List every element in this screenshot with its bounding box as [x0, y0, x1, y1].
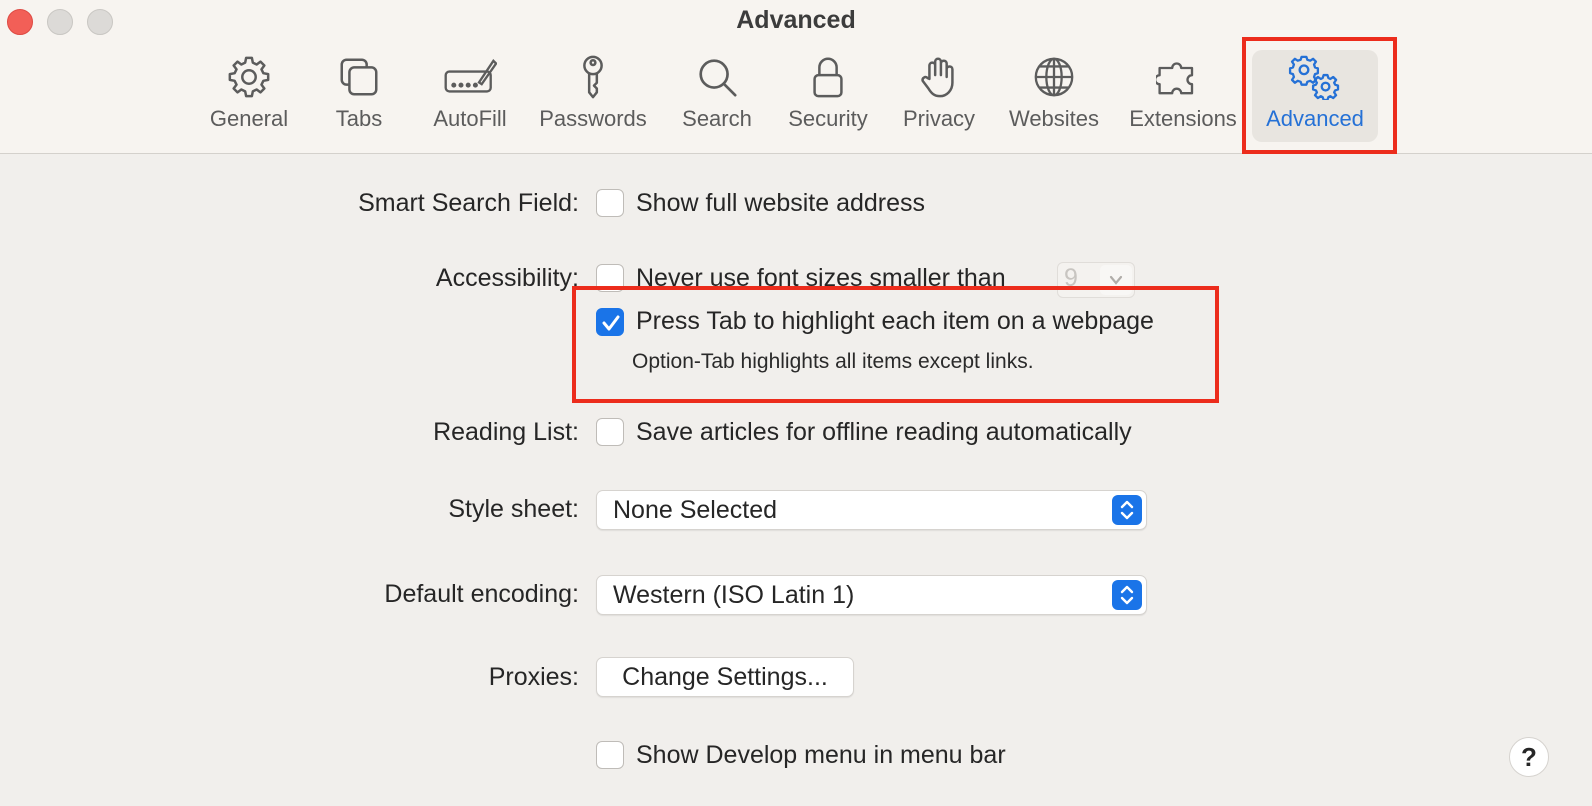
- press-tab-note: Option-Tab highlights all items except l…: [632, 350, 1034, 373]
- checkmark-icon: [602, 315, 620, 331]
- tab-label: Extensions: [1129, 106, 1237, 131]
- default-encoding-select[interactable]: Western (ISO Latin 1): [596, 575, 1147, 615]
- tab-label: Websites: [1008, 106, 1100, 131]
- proxies-label: Proxies:: [488, 663, 579, 691]
- press-tab-label: Press Tab to highlight each item on a we…: [636, 307, 1154, 335]
- globe-icon: [1027, 50, 1081, 104]
- tab-passwords[interactable]: Passwords: [536, 50, 650, 142]
- gear-icon: [222, 50, 276, 104]
- tab-tabs[interactable]: Tabs: [328, 50, 390, 142]
- hand-icon: [912, 50, 966, 104]
- press-tab-checkbox[interactable]: [596, 308, 624, 336]
- tab-autofill[interactable]: AutoFill: [428, 50, 512, 142]
- style-sheet-select[interactable]: None Selected: [596, 490, 1147, 530]
- offline-reading-label: Save articles for offline reading automa…: [636, 418, 1132, 446]
- key-icon: [566, 50, 620, 104]
- default-encoding-value: Western (ISO Latin 1): [613, 581, 855, 609]
- lock-icon: [801, 50, 855, 104]
- tab-label: Security: [788, 106, 868, 131]
- tab-security[interactable]: Security: [783, 50, 873, 142]
- tabs-icon: [332, 50, 386, 104]
- tab-label: Passwords: [539, 106, 647, 131]
- develop-menu-checkbox[interactable]: [596, 741, 624, 769]
- tab-general[interactable]: General: [206, 50, 292, 142]
- updown-chevron-icon: [1112, 495, 1142, 525]
- highlight-advanced-tab: [1242, 37, 1397, 154]
- smart-search-label: Smart Search Field:: [358, 189, 579, 217]
- show-full-address-label: Show full website address: [636, 189, 926, 217]
- accessibility-label: Accessibility:: [435, 264, 579, 292]
- puzzle-icon: [1156, 50, 1210, 104]
- highlight-press-tab: [572, 286, 1219, 403]
- search-icon: [690, 50, 744, 104]
- tab-extensions[interactable]: Extensions: [1124, 50, 1242, 142]
- window-title: Advanced: [736, 6, 856, 34]
- updown-chevron-icon: [1112, 580, 1142, 610]
- style-sheet-label: Style sheet:: [448, 495, 579, 523]
- offline-reading-checkbox[interactable]: [596, 418, 624, 446]
- tab-label: Search: [682, 106, 752, 131]
- help-button[interactable]: ?: [1509, 737, 1549, 777]
- tab-websites[interactable]: Websites: [1004, 50, 1104, 142]
- show-full-address-checkbox[interactable]: [596, 189, 624, 217]
- tab-label: Privacy: [902, 106, 976, 131]
- style-sheet-value: None Selected: [613, 496, 778, 524]
- autofill-icon: [443, 50, 497, 104]
- tab-label: Tabs: [335, 106, 383, 131]
- tab-label: AutoFill: [433, 106, 507, 131]
- tab-search[interactable]: Search: [678, 50, 756, 142]
- develop-menu-label: Show Develop menu in menu bar: [636, 741, 1006, 769]
- tab-privacy[interactable]: Privacy: [898, 50, 980, 142]
- tab-label: General: [209, 106, 289, 131]
- default-encoding-label: Default encoding:: [384, 580, 579, 608]
- change-settings-button[interactable]: Change Settings...: [596, 657, 854, 697]
- reading-list-label: Reading List:: [433, 418, 579, 446]
